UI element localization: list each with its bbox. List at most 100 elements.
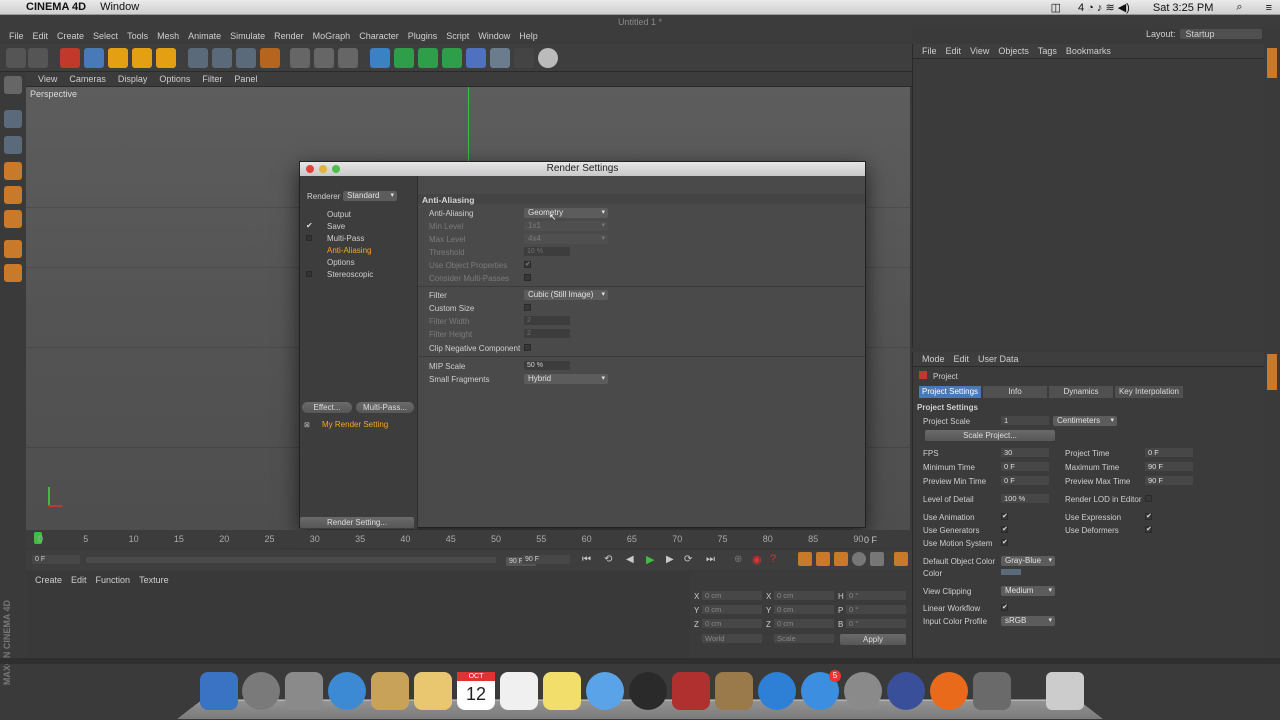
zoom-icon[interactable] xyxy=(332,165,340,173)
render-picture-icon[interactable] xyxy=(314,48,334,68)
nurbs-icon[interactable] xyxy=(418,48,438,68)
calendar-icon[interactable]: OCT 12 xyxy=(457,672,495,710)
rotate-icon[interactable] xyxy=(132,48,152,68)
y-axis-icon[interactable] xyxy=(212,48,232,68)
model-mode-icon[interactable] xyxy=(4,110,22,128)
viewport-menu-panel[interactable]: Panel xyxy=(234,74,257,84)
tab-project-settings[interactable]: Project Settings xyxy=(919,386,981,398)
stereoscopic-checkbox[interactable] xyxy=(306,271,312,277)
minimize-icon[interactable] xyxy=(319,165,327,173)
min-level-select[interactable]: 1x1 xyxy=(524,221,608,231)
use-animation-checkbox[interactable]: ✔ xyxy=(1001,513,1008,520)
menu-animate[interactable]: Animate xyxy=(188,31,221,41)
timeline-ruler[interactable]: 0 F 0 5 10 15 20 25 30 35 40 45 50 55 60 65 70 75 80 85 90 xyxy=(26,530,912,548)
use-deformers-checkbox[interactable]: ✔ xyxy=(1145,526,1152,533)
menu-character[interactable]: Character xyxy=(359,31,399,41)
h-field[interactable]: 0 ° xyxy=(846,591,906,600)
notes-icon[interactable] xyxy=(543,672,581,710)
object-menu-file[interactable]: File xyxy=(922,46,937,56)
app-menu[interactable]: CINEMA 4D xyxy=(26,1,86,13)
goto-start-icon[interactable]: ⏮ xyxy=(582,554,591,565)
scale-project-button[interactable]: Scale Project... xyxy=(925,430,1055,441)
prev-key-icon[interactable]: ⟲ xyxy=(604,554,612,565)
viewport-menu-filter[interactable]: Filter xyxy=(202,74,222,84)
lod-field[interactable]: 100 % xyxy=(1001,494,1049,503)
view-clipping-select[interactable]: Medium xyxy=(1001,586,1055,596)
project-scale-field[interactable]: 1 xyxy=(1001,416,1049,425)
tab-key-interpolation[interactable]: Key Interpolation xyxy=(1115,386,1183,398)
status-icons[interactable]: ◫ 4 ◔ ♪ ≋ ◀) xyxy=(1051,1,1130,14)
material-menu-edit[interactable]: Edit xyxy=(71,575,87,585)
z-field[interactable]: 0 cm xyxy=(702,619,762,628)
axis-mode-icon[interactable] xyxy=(4,240,22,258)
use-object-props-checkbox[interactable]: ✔ xyxy=(524,261,531,268)
custom-size-checkbox[interactable] xyxy=(524,304,531,311)
polygons-mode-icon[interactable] xyxy=(4,210,22,228)
trash-icon[interactable] xyxy=(1046,672,1084,710)
nav-output[interactable]: Output xyxy=(327,210,351,219)
floor-icon[interactable] xyxy=(490,48,510,68)
max-level-select[interactable]: 4x4 xyxy=(524,234,608,244)
play-icon[interactable]: ▶ xyxy=(646,553,654,566)
clock[interactable]: Sat 3:25 PM xyxy=(1153,2,1214,14)
param-key-icon[interactable] xyxy=(852,552,866,566)
system-preferences-icon[interactable] xyxy=(844,672,882,710)
prev-frame-icon[interactable]: ◀ xyxy=(626,554,634,565)
tab-info[interactable]: Info xyxy=(983,386,1047,398)
clip-negative-checkbox[interactable] xyxy=(524,344,531,351)
window-menu[interactable]: Window xyxy=(100,1,139,13)
menu-edit[interactable]: Edit xyxy=(33,31,49,41)
edges-mode-icon[interactable] xyxy=(4,186,22,204)
light-icon[interactable] xyxy=(538,48,558,68)
firefox-icon[interactable] xyxy=(930,672,968,710)
object-menu-objects[interactable]: Objects xyxy=(998,46,1029,56)
layout-selector[interactable]: Layout: Startup xyxy=(1146,29,1262,39)
object-menu-bookmarks[interactable]: Bookmarks xyxy=(1066,46,1111,56)
photo-booth-icon[interactable] xyxy=(672,672,710,710)
iphoto-icon[interactable] xyxy=(715,672,753,710)
cube-icon[interactable] xyxy=(370,48,390,68)
system-preview-icon[interactable] xyxy=(285,672,323,710)
viewport-menu-view[interactable]: View xyxy=(38,74,57,84)
viewport-menu-display[interactable]: Display xyxy=(118,74,148,84)
goto-end-icon[interactable]: ⏭ xyxy=(706,554,715,565)
min-time-field[interactable]: 0 F xyxy=(1001,462,1049,471)
use-generators-checkbox[interactable]: ✔ xyxy=(1001,526,1008,533)
attr-menu-edit[interactable]: Edit xyxy=(954,354,970,364)
attributes-tab[interactable] xyxy=(1267,354,1277,390)
messages-icon[interactable] xyxy=(586,672,624,710)
tab-dynamics[interactable]: Dynamics xyxy=(1049,386,1113,398)
menu-simulate[interactable]: Simulate xyxy=(230,31,265,41)
x-axis-icon[interactable] xyxy=(188,48,208,68)
small-fragments-select[interactable]: Hybrid xyxy=(524,374,608,384)
points-mode-icon[interactable] xyxy=(4,162,22,180)
camera-icon[interactable] xyxy=(514,48,534,68)
menu-render[interactable]: Render xyxy=(274,31,304,41)
select-icon[interactable] xyxy=(60,48,80,68)
undo-icon[interactable] xyxy=(6,48,26,68)
safari-icon[interactable] xyxy=(328,672,366,710)
contacts-icon[interactable] xyxy=(414,672,452,710)
sy-field[interactable]: 0 cm xyxy=(774,605,834,614)
material-menu-function[interactable]: Function xyxy=(96,575,131,585)
nav-save[interactable]: Save xyxy=(327,222,345,231)
scale-icon[interactable] xyxy=(108,48,128,68)
next-key-icon[interactable]: ⟳ xyxy=(684,554,692,565)
facetime-icon[interactable] xyxy=(629,672,667,710)
sx-field[interactable]: 0 cm xyxy=(774,591,834,600)
menu-window[interactable]: Window xyxy=(478,31,510,41)
viewport-menu-cameras[interactable]: Cameras xyxy=(69,74,106,84)
color-swatch[interactable] xyxy=(1001,569,1021,575)
cinema4d-icon[interactable] xyxy=(887,672,925,710)
timeline-menu-icon[interactable] xyxy=(894,552,908,566)
start-frame-field[interactable]: 0 F xyxy=(32,555,80,564)
menu-script[interactable]: Script xyxy=(446,31,469,41)
filter-height-field[interactable]: 2 xyxy=(524,329,570,338)
multipass-checkbox[interactable] xyxy=(306,235,312,241)
move-icon[interactable] xyxy=(84,48,104,68)
app-store-icon[interactable]: 5 xyxy=(801,670,841,710)
keyframe-icon[interactable]: ⊕ xyxy=(734,554,742,565)
filter-select[interactable]: Cubic (Still Image) xyxy=(524,290,608,300)
menu-mograph[interactable]: MoGraph xyxy=(313,31,351,41)
aa-select[interactable]: Geometry xyxy=(524,208,608,218)
